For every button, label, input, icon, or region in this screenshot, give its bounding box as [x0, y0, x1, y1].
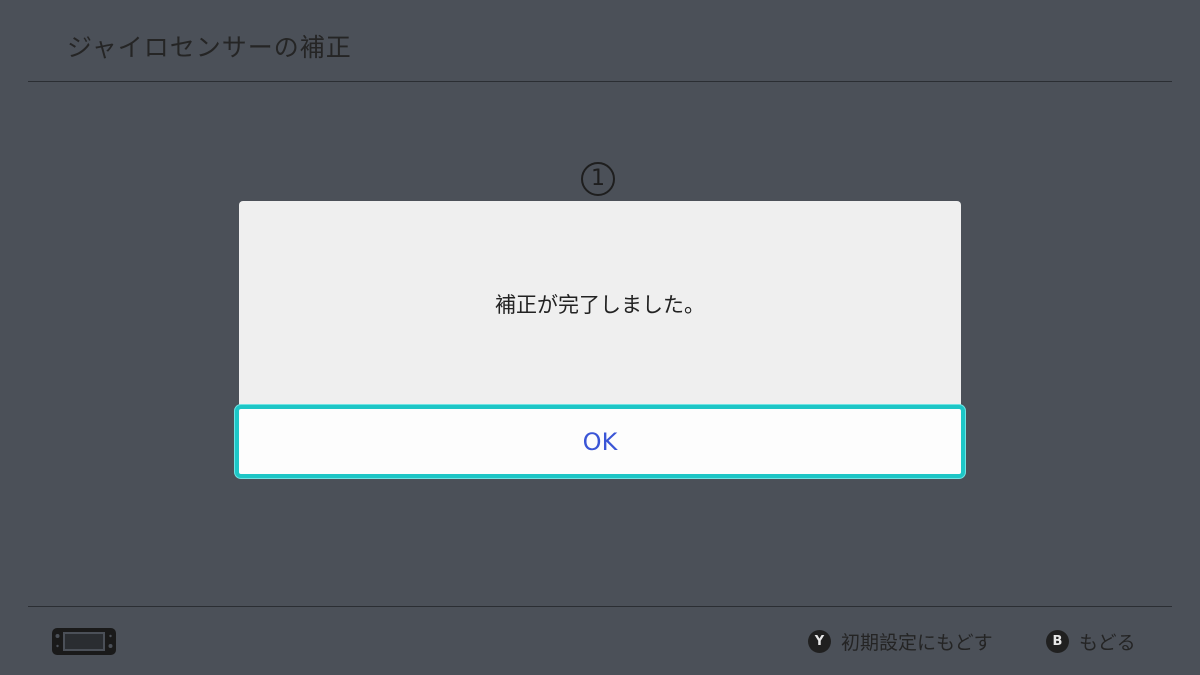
- ok-button[interactable]: OK: [235, 405, 965, 478]
- ok-button-label: OK: [582, 427, 618, 456]
- console-handheld-icon: [52, 628, 116, 655]
- b-button-icon: B: [1046, 629, 1069, 653]
- page-title: ジャイロセンサーの補正: [67, 33, 352, 62]
- calibration-screen: ジャイロセンサーの補正 ① 1 補正が完了しました。 OK Y 初期設定にもどす…: [0, 0, 1200, 675]
- footer-divider: [28, 606, 1172, 607]
- step-marker: ① 1: [581, 162, 615, 196]
- back-hint[interactable]: B もどる: [1046, 627, 1136, 655]
- step-number-display: 1: [591, 166, 605, 191]
- back-label: もどる: [1079, 631, 1136, 654]
- reset-defaults-hint[interactable]: Y 初期設定にもどす: [808, 627, 993, 655]
- reset-defaults-label: 初期設定にもどす: [841, 631, 993, 654]
- dialog-message: 補正が完了しました。: [495, 292, 705, 317]
- header-divider: [28, 81, 1172, 82]
- y-button-icon: Y: [808, 629, 831, 653]
